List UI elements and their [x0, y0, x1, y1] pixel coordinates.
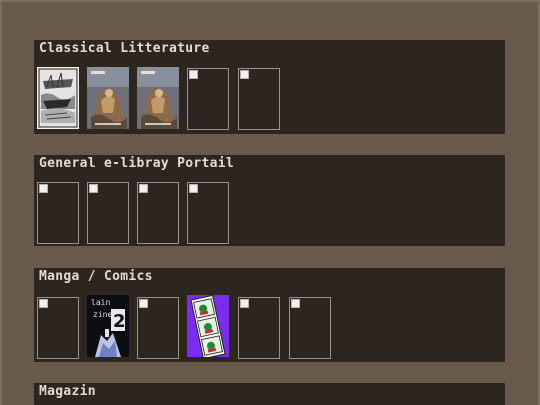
broken-image-thumb[interactable]	[87, 182, 129, 244]
section-classical-litterature: Classical Litterature	[34, 40, 505, 134]
section-title: Classical Litterature	[39, 41, 210, 56]
broken-image-icon	[240, 70, 249, 79]
section-magazin: Magazin	[34, 383, 505, 405]
broken-image-icon	[39, 299, 48, 308]
zine-title-line2: zine	[93, 310, 112, 319]
section-manga-comics: Manga / Comics lain zine 2	[34, 268, 505, 362]
book-cover-painting-1[interactable]	[87, 67, 129, 129]
broken-image-thumb[interactable]	[289, 297, 331, 359]
broken-image-thumb[interactable]	[187, 68, 229, 130]
broken-image-icon	[139, 299, 148, 308]
broken-image-thumb[interactable]	[37, 182, 79, 244]
section-title: Manga / Comics	[39, 269, 153, 284]
book-cover-painting-2[interactable]	[137, 67, 179, 129]
broken-image-thumb[interactable]	[238, 297, 280, 359]
section-title: General e-libray Portail	[39, 156, 235, 171]
broken-image-icon	[189, 70, 198, 79]
broken-image-icon	[39, 184, 48, 193]
broken-image-icon	[139, 184, 148, 193]
zine-cover[interactable]: lain zine 2	[87, 295, 129, 357]
broken-image-icon	[291, 299, 300, 308]
zine-title-line1: lain	[91, 298, 110, 307]
broken-image-icon	[189, 184, 198, 193]
section-general-elibrary-portail: General e-libray Portail	[34, 155, 505, 246]
comic-strip-cover[interactable]	[187, 295, 229, 357]
broken-image-thumb[interactable]	[137, 182, 179, 244]
broken-image-thumb[interactable]	[37, 297, 79, 359]
broken-image-icon	[240, 299, 249, 308]
section-title: Magazin	[39, 384, 96, 399]
zine-issue-number: 2	[113, 311, 126, 332]
broken-image-icon	[89, 184, 98, 193]
broken-image-thumb[interactable]	[187, 182, 229, 244]
broken-image-thumb[interactable]	[137, 297, 179, 359]
broken-image-thumb[interactable]	[238, 68, 280, 130]
book-cover-engraving[interactable]	[37, 67, 79, 129]
